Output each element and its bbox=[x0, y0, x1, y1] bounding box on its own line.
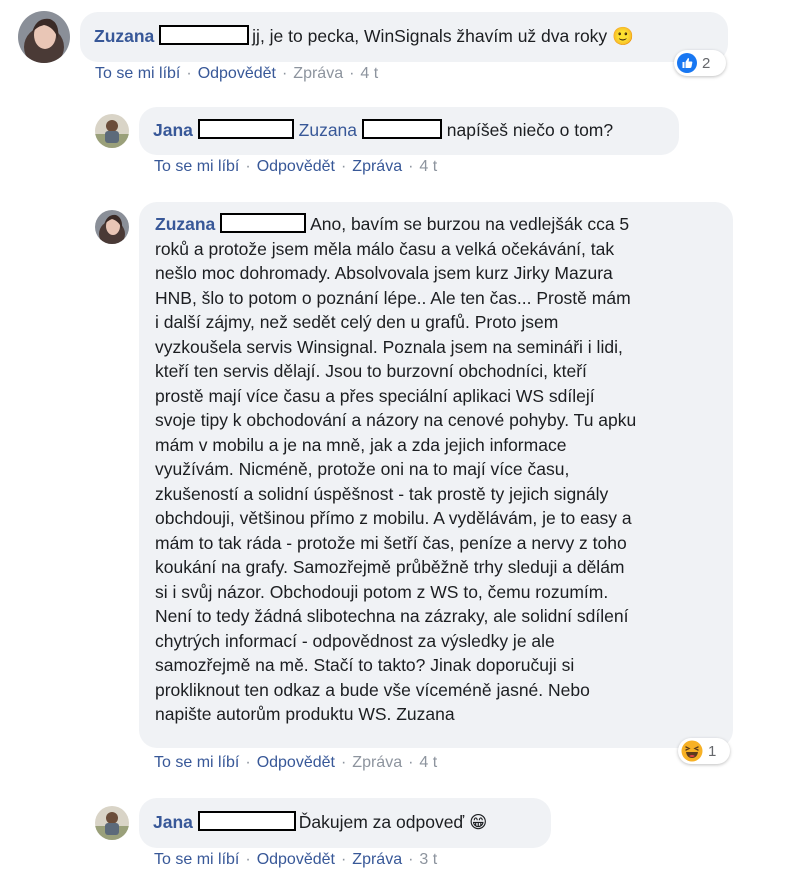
timestamp[interactable]: 4 t bbox=[419, 158, 437, 175]
comment-line: využívám. Nicméně, protože oni na to maj… bbox=[155, 459, 570, 479]
comment-line: mám v mobilu a je na mně, jak a zda jeji… bbox=[155, 434, 567, 455]
reply-link[interactable]: Odpovědět bbox=[198, 65, 276, 82]
comment-line: prostě mají více času a přes speciální a… bbox=[155, 385, 595, 406]
reply-link[interactable]: Odpovědět bbox=[257, 158, 335, 175]
separator: · bbox=[245, 851, 251, 868]
separator: · bbox=[186, 65, 192, 82]
message-link[interactable]: Zpráva bbox=[293, 65, 343, 82]
separator: · bbox=[340, 158, 347, 175]
comment-line: Není to tedy žádná slibotechna na zázrak… bbox=[155, 606, 629, 626]
redaction-box bbox=[197, 119, 294, 139]
author-name[interactable]: Zuzana bbox=[94, 26, 154, 46]
message-link[interactable]: Zpráva bbox=[352, 158, 402, 175]
like-link[interactable]: To se mi líbí bbox=[154, 754, 239, 771]
comment-line: koukání na grafy. Samozřejmě průběžně tr… bbox=[155, 557, 625, 577]
comment-line: i další zájmy, než sedět celý den u graf… bbox=[155, 312, 559, 332]
mention-link[interactable]: Zuzana bbox=[299, 120, 357, 140]
comment-text: jj, je to pecka, WinSignals žhavím už dv… bbox=[252, 26, 608, 46]
reply-bubble: Jana Ďakujem za odpoveď 😁 bbox=[139, 798, 551, 848]
avatar-zuzana[interactable] bbox=[95, 210, 129, 244]
like-link[interactable]: To se mi líbí bbox=[154, 158, 239, 175]
separator: · bbox=[340, 851, 347, 868]
timestamp[interactable]: 4 t bbox=[360, 65, 378, 82]
reaction-count: 2 bbox=[702, 54, 711, 72]
like-link[interactable]: To se mi líbí bbox=[154, 851, 239, 868]
reply-bubble: Zuzana Ano, bavím se burzou na vedlejšák… bbox=[139, 202, 733, 748]
separator: · bbox=[245, 754, 251, 771]
avatar-jana[interactable] bbox=[95, 806, 129, 840]
comment-line: napište autorům produktu WS. Zuzana bbox=[155, 704, 455, 724]
comment-line: obchdouji, většinou přímo z mobilu. A vy… bbox=[155, 508, 632, 528]
smile-emoji-icon: 🙂 bbox=[612, 26, 634, 46]
separator: · bbox=[408, 158, 414, 175]
redaction-box bbox=[159, 25, 250, 45]
comment-line: mám to tak ráda - protože mi šetří čas, … bbox=[155, 532, 627, 553]
redaction-box bbox=[361, 119, 442, 139]
reply-bubble: Jana Zuzana napíšeš niečo o tom? bbox=[139, 107, 679, 155]
message-link[interactable]: Zpráva bbox=[352, 851, 402, 868]
reaction-count: 1 bbox=[708, 742, 717, 760]
author-name[interactable]: Zuzana bbox=[155, 214, 215, 234]
comment-line: vyzkoušela servis Winsignal. Poznala jse… bbox=[155, 336, 623, 357]
message-link[interactable]: Zpráva bbox=[352, 754, 402, 771]
comment-line: kteří ten servis dělají. Jsou to burzovn… bbox=[155, 361, 587, 381]
comment-text: Ďakujem za odpoveď bbox=[298, 812, 465, 832]
comment-actions: To se mi líbí · Odpovědět · Zpráva · 3 t bbox=[154, 851, 437, 869]
reaction-badge[interactable]: 2 bbox=[674, 50, 726, 76]
separator: · bbox=[349, 65, 355, 82]
redaction-box bbox=[197, 811, 296, 831]
comment-actions: To se mi líbí · Odpovědět · Zpráva · 4 t bbox=[154, 158, 437, 176]
reaction-badge[interactable]: 1 bbox=[678, 738, 730, 764]
separator: · bbox=[340, 754, 347, 771]
comment-actions: To se mi líbí · Odpovědět · Zpráva · 4 t bbox=[95, 65, 378, 83]
comment-line: HNB, šlo to potom o poznání lépe.. Ale t… bbox=[155, 287, 631, 308]
timestamp[interactable]: 3 t bbox=[419, 851, 437, 868]
comment-line: prokliknout ten odkaz a bude vše vícemén… bbox=[155, 679, 590, 700]
avatar-zuzana[interactable] bbox=[18, 11, 70, 63]
separator: · bbox=[245, 158, 251, 175]
separator: · bbox=[408, 754, 414, 771]
separator: · bbox=[408, 851, 414, 868]
reply-link[interactable]: Odpovědět bbox=[257, 851, 335, 868]
comment-actions: To se mi líbí · Odpovědět · Zpráva · 4 t bbox=[154, 754, 437, 772]
separator: · bbox=[281, 65, 288, 82]
laughing-face-icon bbox=[681, 740, 703, 762]
comment-bubble: Zuzana jj, je to pecka, WinSignals žhaví… bbox=[80, 12, 728, 62]
comment-body: Zuzana Ano, bavím se burzou na vedlejšák… bbox=[155, 212, 717, 727]
comment-line: roků a protože jsem měla málo času a vel… bbox=[155, 238, 615, 259]
comment-text: napíšeš niečo o tom? bbox=[446, 120, 614, 140]
comment-line: samozřejmě na mě. Stačí to takto? Jinak … bbox=[155, 655, 575, 675]
comment-line: chytrých informací - odpovědnost za výsl… bbox=[155, 630, 555, 651]
like-link[interactable]: To se mi líbí bbox=[95, 65, 180, 82]
comment-line: svoje tipy k obchodování a názory na cen… bbox=[155, 410, 637, 430]
comment-line: nešlo moc dohromady. Absolvovala jsem ku… bbox=[155, 263, 613, 283]
grin-emoji-icon: 😁 bbox=[469, 812, 488, 832]
reply-link[interactable]: Odpovědět bbox=[257, 754, 335, 771]
comment-line: si i svůj názor. Obchodouji potom z WS t… bbox=[155, 581, 609, 602]
timestamp[interactable]: 4 t bbox=[419, 754, 437, 771]
comment-line: Ano, bavím se burzou na vedlejšák cca 5 bbox=[310, 214, 630, 234]
author-name[interactable]: Jana bbox=[153, 120, 193, 140]
comment-line: zkušeností a solidní úspěšnost - tak pro… bbox=[155, 483, 609, 504]
avatar-jana[interactable] bbox=[95, 114, 129, 148]
author-name[interactable]: Jana bbox=[153, 812, 193, 832]
thumbs-up-icon bbox=[677, 53, 697, 73]
redaction-box bbox=[220, 213, 307, 233]
